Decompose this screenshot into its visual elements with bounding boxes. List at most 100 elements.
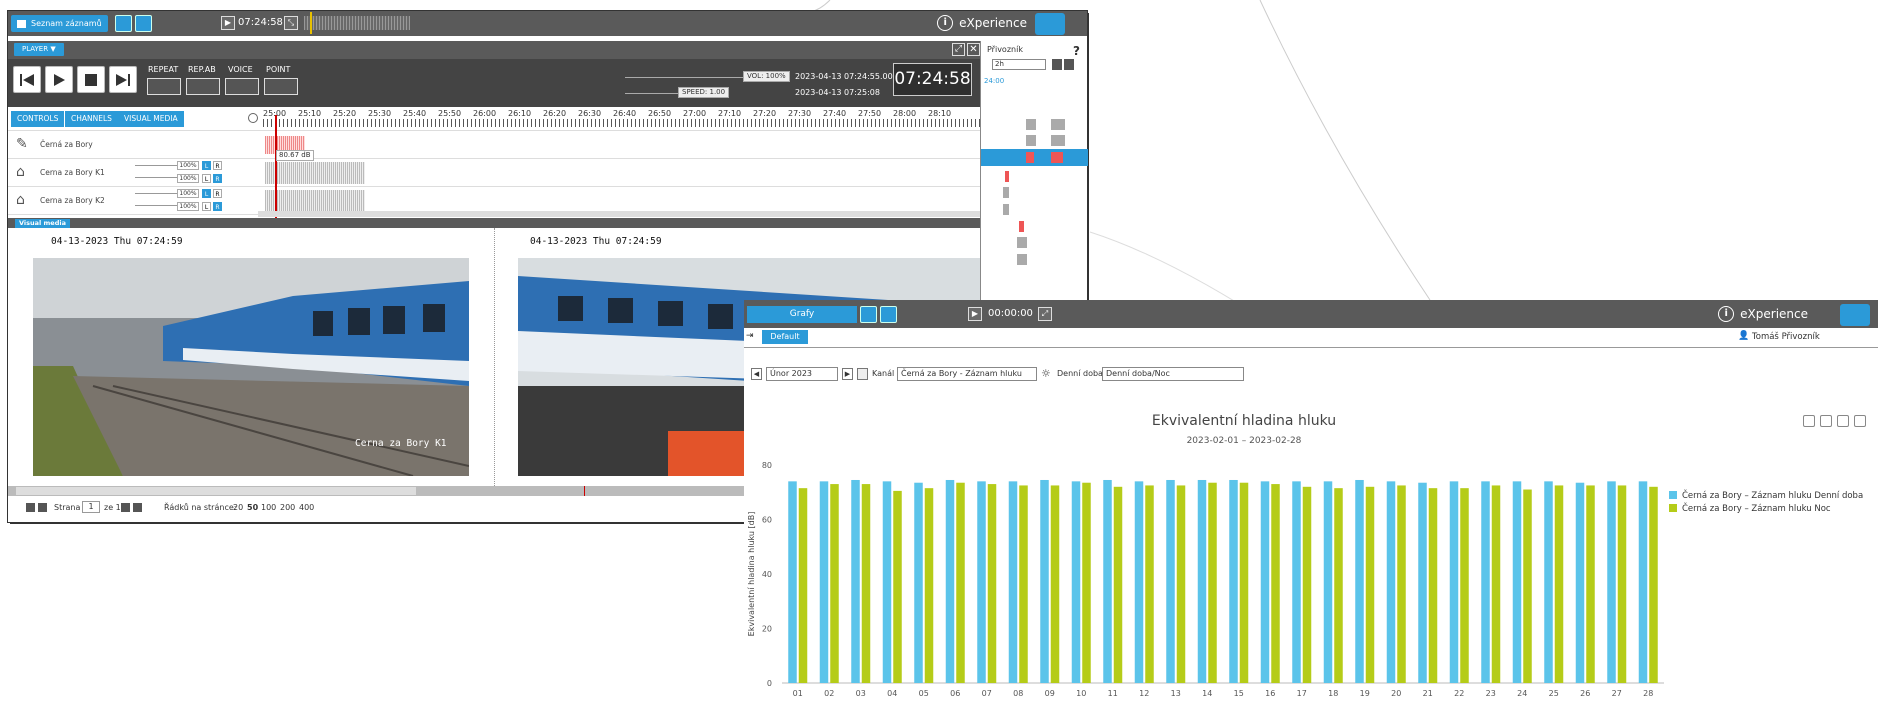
rows-option[interactable]: 20 [233, 503, 243, 512]
stop-button[interactable] [77, 66, 105, 93]
rows-option[interactable]: 200 [280, 503, 295, 512]
print-icon[interactable] [1854, 415, 1866, 427]
repeat-button[interactable] [147, 78, 181, 95]
next-month-icon[interactable]: ▶ [842, 368, 853, 380]
search-icon[interactable] [115, 15, 132, 32]
last-icon[interactable] [1064, 59, 1074, 70]
left-toggle[interactable]: L [202, 189, 211, 198]
tab-controls[interactable]: CONTROLS [11, 111, 65, 127]
month-select[interactable]: Únor 2023 [766, 367, 838, 381]
volume-indicator[interactable]: VOL: 100% [743, 71, 790, 82]
tab-default[interactable]: Default [762, 330, 808, 344]
user-name[interactable]: Tomáš Přivozník [1752, 332, 1820, 342]
brand-area: i eXperience [1718, 306, 1808, 322]
camera-view-1[interactable]: 04-13-2023 Thu 07:24:59 Cerna za Bory K1 [33, 236, 469, 476]
gain-left[interactable]: 100% [177, 189, 199, 198]
info-icon[interactable]: i [1718, 306, 1735, 322]
page-input[interactable]: 1 [82, 501, 100, 513]
maximize-icon[interactable]: ⤢ [952, 43, 965, 56]
daytime-select[interactable]: Denní doba/Noc [1102, 367, 1244, 381]
next-icon[interactable] [1052, 59, 1062, 70]
channel-name: Cerna za Bory K1 [40, 168, 105, 177]
range-select[interactable]: 2h [992, 59, 1046, 70]
save-icon[interactable] [880, 306, 897, 323]
bar-night [893, 490, 902, 683]
y-tick-label: 80 [762, 461, 772, 470]
prev-month-icon[interactable]: ◀ [751, 368, 762, 380]
gain-right[interactable]: 100% [177, 174, 199, 183]
settings-icon[interactable] [1837, 415, 1849, 427]
export-pdf-icon[interactable] [1803, 415, 1815, 427]
mini-waveform[interactable] [304, 16, 410, 30]
left-toggle[interactable]: L [202, 202, 211, 211]
left-toggle[interactable]: L [202, 174, 211, 183]
left-toggle[interactable]: L [202, 161, 211, 170]
timeline-ruler[interactable]: 25:00 25:10 25:20 25:30 25:40 25:50 26:00 26:10… [263, 109, 980, 129]
selected-row[interactable] [981, 149, 1088, 166]
bar-day [1134, 481, 1144, 683]
voice-button[interactable] [225, 78, 259, 95]
first-page-icon[interactable] [26, 503, 35, 512]
right-toggle[interactable]: R [213, 202, 222, 211]
ruler-label: 25:10 [298, 109, 322, 118]
user-icon: 👤 [1738, 331, 1750, 341]
speed-indicator[interactable]: SPEED: 1.00 [678, 87, 730, 98]
timeline-scrollbar[interactable] [258, 211, 980, 217]
last-page-icon[interactable] [133, 503, 142, 512]
top-time: 07:24:58 [238, 17, 283, 28]
player-tab[interactable]: PLAYER ▼ [14, 43, 64, 56]
search-icon[interactable] [860, 306, 877, 323]
play-button[interactable] [45, 66, 73, 93]
right-toggle[interactable]: R [213, 161, 222, 170]
channel-select[interactable]: Černá za Bory - Záznam hluku [897, 367, 1037, 381]
page-count: ze 1 [104, 503, 121, 512]
right-toggle[interactable]: R [213, 174, 222, 183]
scroll-thumb[interactable] [16, 487, 416, 495]
bar-day [1323, 481, 1333, 683]
tab-visual-media[interactable]: VISUAL MEDIA [118, 111, 184, 127]
rows-option[interactable]: 100 [261, 503, 276, 512]
bar-night [1082, 482, 1091, 683]
skip-forward-button[interactable] [109, 66, 137, 93]
crosshair-icon[interactable] [248, 113, 258, 123]
next-page-icon[interactable] [121, 503, 130, 512]
point-button[interactable] [264, 78, 298, 95]
save-icon[interactable] [135, 15, 152, 32]
x-tick-label: 28 [1643, 689, 1653, 698]
record-list-button[interactable]: Seznam záznamů [11, 15, 108, 32]
skip-back-button[interactable] [13, 66, 41, 93]
rows-option-selected[interactable]: 50 [247, 503, 258, 512]
panel-toggle-icon[interactable]: ⇥ [746, 331, 754, 341]
bar-night [1050, 485, 1060, 683]
bar-night [1491, 485, 1501, 683]
expand-icon[interactable]: ⤢ [1038, 307, 1052, 321]
help-icon[interactable]: ? [1073, 44, 1080, 58]
charts-tab[interactable]: Grafy [747, 306, 857, 323]
gain-right[interactable]: 100% [177, 202, 199, 211]
rows-option[interactable]: 400 [299, 503, 314, 512]
right-toggle[interactable]: R [213, 189, 222, 198]
channel-row[interactable]: ⌂ Cerna za Bory K1 100% L R 100% L R [8, 159, 980, 187]
playhead[interactable] [275, 115, 277, 218]
tab-channels[interactable]: CHANNELS [65, 111, 118, 127]
bar-day [977, 481, 986, 683]
splitter[interactable] [494, 228, 495, 486]
info-icon[interactable]: i [937, 15, 954, 31]
gain-left[interactable]: 100% [177, 161, 199, 170]
export-image-icon[interactable] [1820, 415, 1832, 427]
prev-page-icon[interactable] [38, 503, 47, 512]
ruler-label: 26:20 [543, 109, 567, 118]
visual-media-tab[interactable]: Visual media [15, 219, 70, 228]
x-tick-label: 04 [887, 689, 897, 698]
play-icon[interactable]: ▶ [221, 16, 235, 30]
calendar-icon[interactable] [857, 368, 868, 380]
close-icon[interactable]: ✕ [967, 43, 980, 56]
repab-button[interactable] [186, 78, 220, 95]
channel-row[interactable]: ✎ Černá za Bory 80.67 dB [8, 131, 980, 161]
play-icon[interactable]: ▶ [968, 307, 982, 321]
shrink-icon[interactable]: ⤡ [284, 16, 298, 30]
chart-title: Ekvivalentní hladina hluku [1151, 413, 1337, 429]
legend-swatch [1669, 504, 1677, 512]
bar-night [1649, 486, 1658, 683]
x-tick-label: 03 [856, 689, 866, 698]
